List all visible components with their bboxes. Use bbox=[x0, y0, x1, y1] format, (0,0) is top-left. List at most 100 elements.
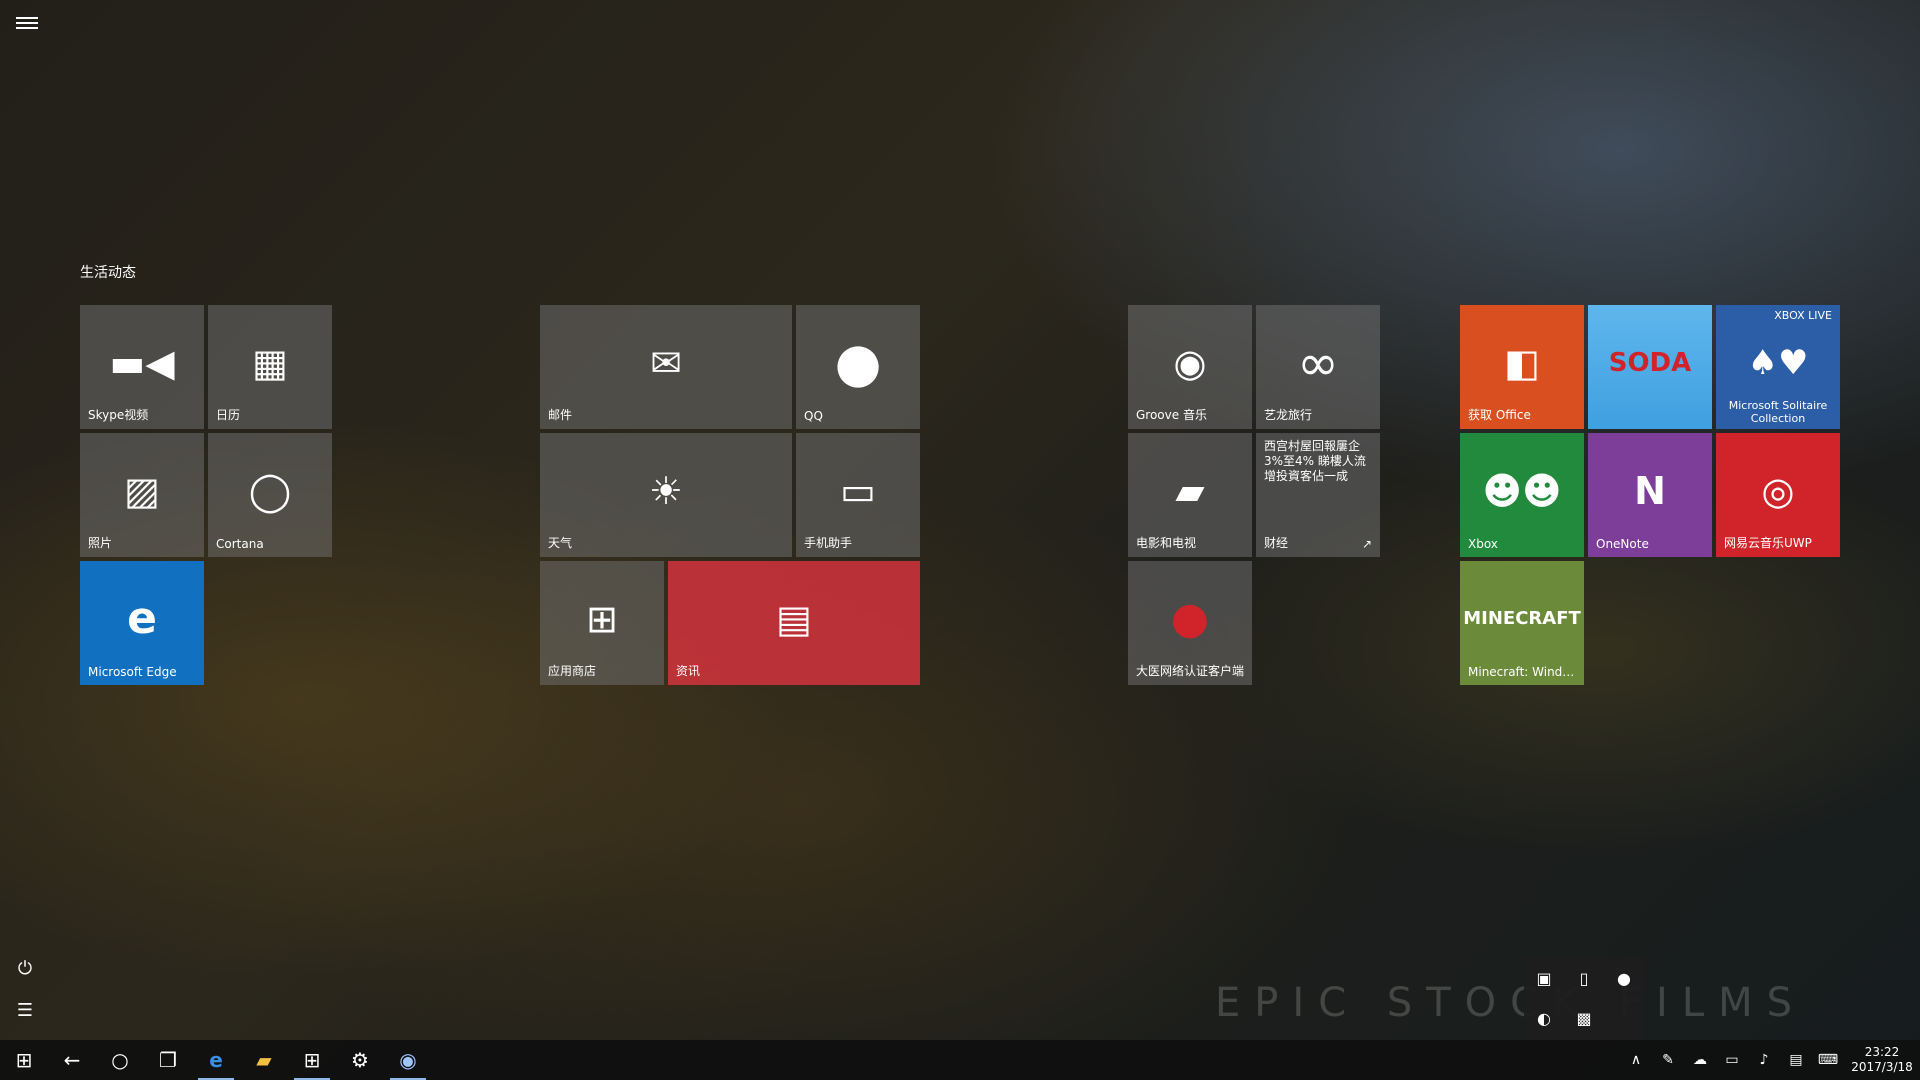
tile-edge[interactable]: e Microsoft Edge bbox=[80, 561, 204, 685]
network-icon[interactable]: ▭ bbox=[1716, 1040, 1748, 1080]
chart-icon: ↗ bbox=[1361, 537, 1372, 551]
tile-netease-music[interactable]: ◎ 网易云音乐UWP bbox=[1716, 433, 1840, 557]
clapperboard-icon: ▰ bbox=[1175, 469, 1205, 513]
tile-minecraft[interactable]: MINECRAFT Minecraft: Windo... bbox=[1460, 561, 1584, 685]
devices-icon: ▭ bbox=[840, 469, 876, 513]
tile-label: Minecraft: Windo... bbox=[1468, 665, 1578, 679]
photo-icon: ▨ bbox=[124, 469, 160, 513]
tile-news[interactable]: ▤ 资讯 bbox=[668, 561, 920, 685]
tile-cortana[interactable]: ◯ Cortana bbox=[208, 433, 332, 557]
video-camera-icon: ▬◀ bbox=[109, 341, 175, 385]
office-icon: ◧ bbox=[1504, 341, 1540, 385]
tile-xbox[interactable]: ☻☻ Xbox bbox=[1460, 433, 1584, 557]
tile-get-office[interactable]: ◧ 获取 Office bbox=[1460, 305, 1584, 429]
tile-onenote[interactable]: N OneNote bbox=[1588, 433, 1712, 557]
steam-tray-icon[interactable]: ◐ bbox=[1524, 998, 1564, 1038]
tile-mail[interactable]: ✉ 邮件 bbox=[540, 305, 792, 429]
tile-label: Microsoft Edge bbox=[88, 665, 177, 679]
tile-label: 大医网络认证客户端 bbox=[1136, 664, 1245, 678]
tile-label: 应用商店 bbox=[548, 664, 597, 678]
tile-label: 电影和电视 bbox=[1136, 536, 1197, 550]
tile-label: Cortana bbox=[216, 537, 264, 551]
tile-label: 财经 bbox=[1264, 536, 1289, 550]
groove-disc-icon: ◉ bbox=[1173, 341, 1207, 385]
store-icon[interactable]: ⊞ bbox=[288, 1040, 336, 1080]
back-arrow-icon[interactable]: ← bbox=[48, 1040, 96, 1080]
tile-label: 网易云音乐UWP bbox=[1724, 536, 1812, 550]
hamburger-menu-icon[interactable] bbox=[16, 14, 38, 32]
clock-date: 2017/3/18 bbox=[1851, 1060, 1913, 1074]
all-apps-list-icon[interactable]: ☰ bbox=[14, 1000, 36, 1022]
tile-elong[interactable]: ∞ 艺龙旅行 bbox=[1256, 305, 1380, 429]
cortana-ring-icon: ◯ bbox=[248, 469, 292, 513]
taskbar: ⊞ ← ○ ❐ e ▰ ⊞ ⚙ ◉ ∧ ✎ ☁ ▭ ♪ ▤ ⌨ 23:22 20… bbox=[0, 1040, 1920, 1080]
tile-phone-assistant[interactable]: ▭ 手机助手 bbox=[796, 433, 920, 557]
tile-photos[interactable]: ▨ 照片 bbox=[80, 433, 204, 557]
xbox-avatars-icon: ☻☻ bbox=[1482, 469, 1562, 513]
tile-label: 日历 bbox=[216, 408, 241, 422]
calendar-icon: ▦ bbox=[252, 341, 288, 385]
tile-label: Xbox bbox=[1468, 537, 1498, 551]
app-tray-icon[interactable]: ▣ bbox=[1524, 958, 1564, 998]
tile-finance[interactable]: 西宫村屋回報屢企3%至4% 睇樓人流增投資客佔一成 财经 ↗ bbox=[1256, 433, 1380, 557]
netease-music-icon: ◎ bbox=[1761, 469, 1795, 513]
keyboard-icon[interactable]: ⌨ bbox=[1812, 1040, 1844, 1080]
browser-tray-icon[interactable]: ● bbox=[1604, 958, 1644, 998]
tile-label: 获取 Office bbox=[1468, 408, 1531, 422]
tile-label: QQ bbox=[804, 409, 823, 423]
group-title: 生活动态 bbox=[80, 265, 136, 281]
tile-label: 资讯 bbox=[676, 664, 701, 678]
gear-icon[interactable]: ⚙ bbox=[336, 1040, 384, 1080]
tile-candy-crush-soda[interactable]: SODA bbox=[1588, 305, 1712, 429]
solitaire-label: Microsoft Solitaire Collection bbox=[1728, 399, 1828, 425]
qq-penguin-icon: ● bbox=[834, 331, 882, 394]
system-tray: ∧ ✎ ☁ ▭ ♪ ▤ ⌨ 23:22 2017/3/18 bbox=[1620, 1040, 1920, 1080]
tile-label: 艺龙旅行 bbox=[1264, 408, 1313, 422]
volume-icon[interactable]: ♪ bbox=[1748, 1040, 1780, 1080]
watermark: EPIC STOCK FILMS bbox=[1215, 980, 1807, 1026]
tile-solitaire[interactable]: XBOX LIVE ♠♥ Microsoft Solitaire Collect… bbox=[1716, 305, 1840, 429]
mail-icon: ✉ bbox=[650, 341, 682, 385]
sun-icon: ☀ bbox=[648, 469, 684, 513]
tray-app-icon[interactable]: ▩ bbox=[1564, 998, 1604, 1038]
tile-label: 照片 bbox=[88, 536, 113, 550]
tile-label: 手机助手 bbox=[804, 536, 853, 550]
newspaper-icon: ▤ bbox=[776, 597, 812, 641]
tile-store[interactable]: ⊞ 应用商店 bbox=[540, 561, 664, 685]
tile-auth-client[interactable]: ● 大医网络认证客户端 bbox=[1128, 561, 1252, 685]
cortana-ring-icon[interactable]: ○ bbox=[96, 1040, 144, 1080]
tile-qq[interactable]: ● QQ bbox=[796, 305, 920, 429]
tile-skype-video[interactable]: ▬◀ Skype视频 bbox=[80, 305, 204, 429]
tile-label: OneNote bbox=[1596, 537, 1649, 551]
usb-icon[interactable]: ▯ bbox=[1564, 958, 1604, 998]
tray-overflow-flyout: ▣ ▯ ● ◐ ▩ bbox=[1524, 958, 1644, 1040]
store-bag-icon: ⊞ bbox=[586, 597, 618, 641]
tile-groove[interactable]: ◉ Groove 音乐 bbox=[1128, 305, 1252, 429]
playing-cards-icon: ♠♥ bbox=[1747, 343, 1809, 383]
folder-icon[interactable]: ▰ bbox=[240, 1040, 288, 1080]
elong-dragon-icon: ∞ bbox=[1297, 334, 1339, 392]
onedrive-cloud-icon[interactable]: ☁ bbox=[1684, 1040, 1716, 1080]
clock[interactable]: 23:22 2017/3/18 bbox=[1844, 1045, 1920, 1075]
minecraft-logo-icon: MINECRAFT bbox=[1463, 608, 1581, 629]
pen-icon[interactable]: ✎ bbox=[1652, 1040, 1684, 1080]
start-windows-icon[interactable]: ⊞ bbox=[0, 1040, 48, 1080]
tile-label: 邮件 bbox=[548, 408, 573, 422]
task-view-icon[interactable]: ❐ bbox=[144, 1040, 192, 1080]
clock-time: 23:22 bbox=[1864, 1045, 1900, 1059]
tile-weather[interactable]: ☀ 天气 bbox=[540, 433, 792, 557]
tile-label: Groove 音乐 bbox=[1136, 408, 1207, 422]
tile-movies-tv[interactable]: ▰ 电影和电视 bbox=[1128, 433, 1252, 557]
finance-headline: 西宫村屋回報屢企3%至4% 睇樓人流增投資客佔一成 bbox=[1264, 439, 1366, 483]
steam-icon[interactable]: ◉ bbox=[384, 1040, 432, 1080]
client-logo-icon: ● bbox=[1170, 593, 1210, 644]
power-icon[interactable]: ⏻ bbox=[14, 958, 36, 980]
chevron-up-icon[interactable]: ∧ bbox=[1620, 1040, 1652, 1080]
tile-calendar[interactable]: ▦ 日历 bbox=[208, 305, 332, 429]
candy-crush-logo-icon: SODA bbox=[1608, 348, 1692, 378]
edge-icon[interactable]: e bbox=[192, 1040, 240, 1080]
edge-icon: e bbox=[127, 593, 157, 644]
action-center-icon[interactable]: ▤ bbox=[1780, 1040, 1812, 1080]
xbox-live-label: XBOX LIVE bbox=[1774, 309, 1832, 322]
tile-label: 天气 bbox=[548, 536, 573, 550]
